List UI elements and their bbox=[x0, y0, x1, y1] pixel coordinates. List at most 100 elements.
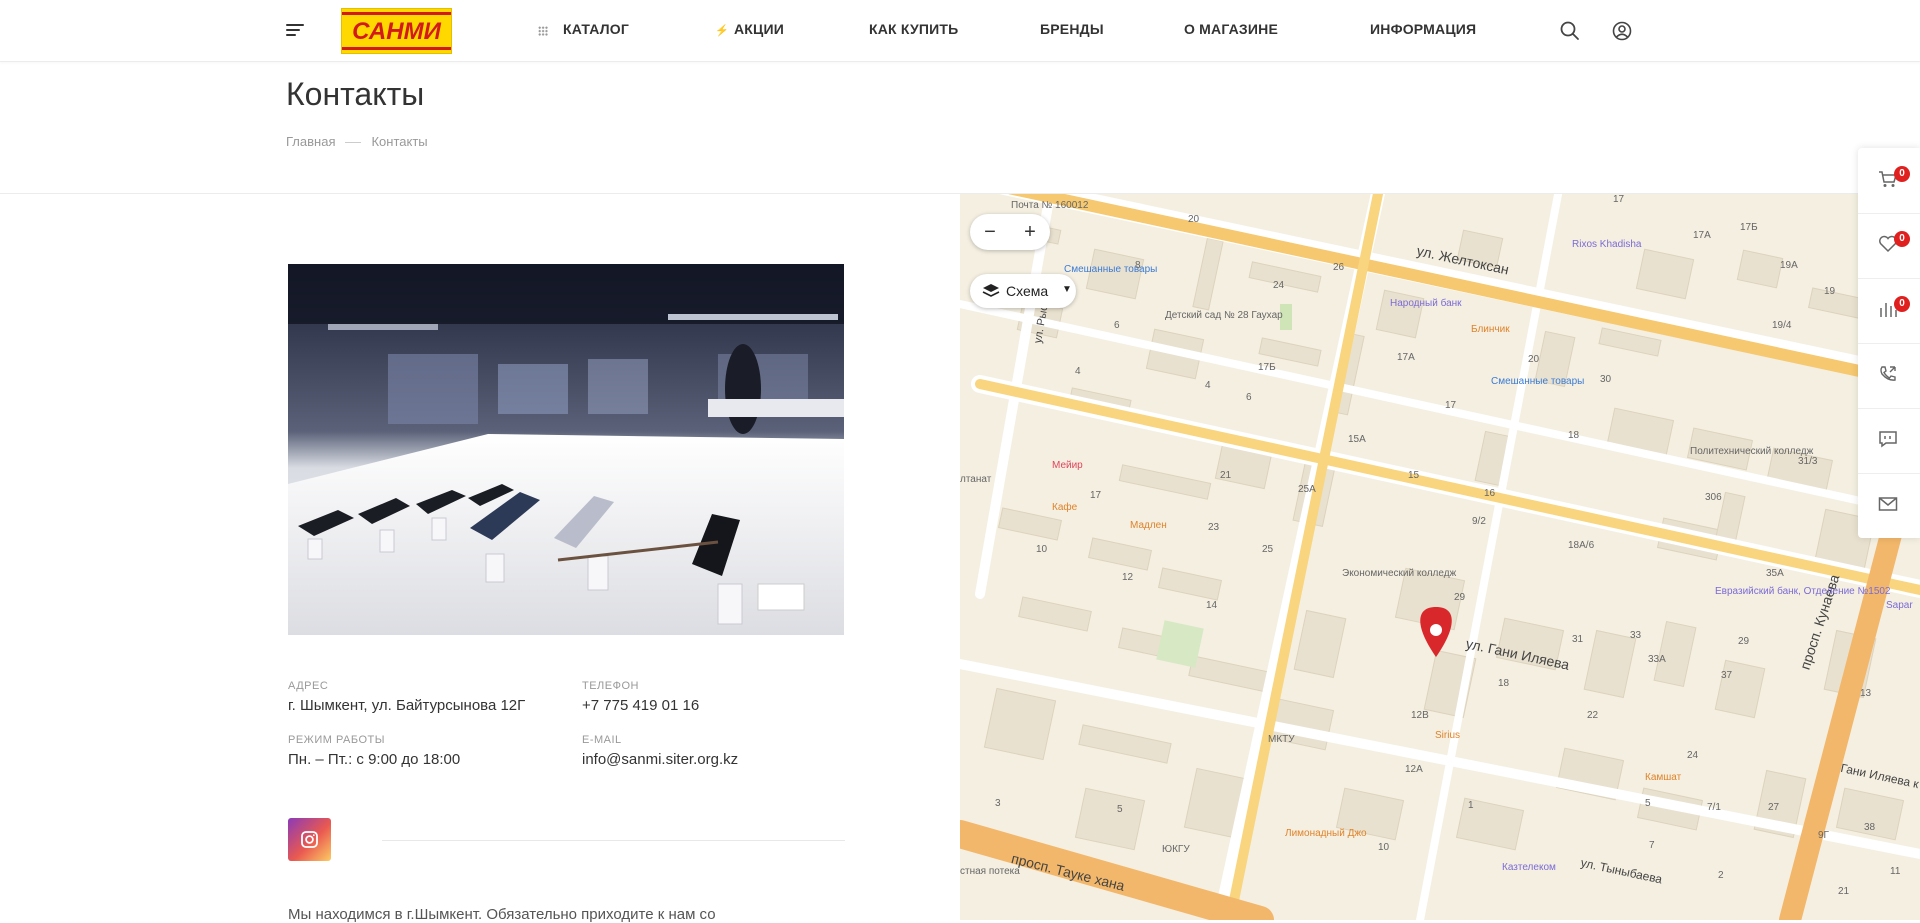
house-number: 16 bbox=[1484, 488, 1496, 499]
poi-label[interactable]: Sapar bbox=[1886, 600, 1913, 611]
house-number: 25А bbox=[1298, 484, 1316, 495]
house-number: 24 bbox=[1687, 750, 1699, 761]
email-button[interactable] bbox=[1858, 473, 1920, 538]
poi-label[interactable]: Евразийский банк, Отделение №1502 bbox=[1715, 586, 1891, 597]
poi-label[interactable]: Народный банк bbox=[1390, 298, 1462, 309]
poi-label[interactable]: Мадлен bbox=[1130, 520, 1167, 531]
breadcrumb-separator bbox=[345, 142, 362, 144]
house-number: 5 bbox=[1117, 804, 1123, 815]
breadcrumb-current: Контакты bbox=[371, 134, 428, 149]
poi-label[interactable]: Политехнический колледж bbox=[1690, 446, 1813, 457]
house-number: 15А bbox=[1348, 434, 1366, 445]
nav-about-store[interactable]: О МАГАЗИНЕ bbox=[1184, 21, 1278, 37]
zoom-out-button[interactable]: − bbox=[970, 214, 1010, 250]
house-number: 20 bbox=[1188, 214, 1200, 225]
location-pin-icon[interactable] bbox=[1420, 607, 1452, 657]
house-number: 9Г bbox=[1818, 830, 1829, 841]
house-number: 23 bbox=[1208, 522, 1220, 533]
nav-catalog[interactable]: КАТАЛОГ bbox=[563, 21, 629, 37]
nav-how-to-buy[interactable]: КАК КУПИТЬ bbox=[869, 21, 958, 37]
cart-button[interactable]: 0 bbox=[1858, 148, 1920, 214]
poi-label[interactable]: Смешанные товары bbox=[1491, 376, 1584, 387]
house-number: 4 bbox=[1075, 366, 1081, 377]
poi-label[interactable]: Rixos Khadisha bbox=[1572, 239, 1641, 250]
house-number: 29 bbox=[1738, 636, 1750, 647]
logo-stripe bbox=[342, 47, 451, 50]
house-number: 18А/6 bbox=[1568, 540, 1595, 551]
poi-label[interactable]: Sirius bbox=[1435, 730, 1460, 741]
poi-label[interactable]: Кафе bbox=[1052, 502, 1077, 513]
house-number: 17 bbox=[1613, 194, 1625, 205]
about-text: Мы находимся в г.Шымкент. Обязательно пр… bbox=[288, 906, 716, 923]
house-number: 12 bbox=[1122, 572, 1134, 583]
favorites-button[interactable]: 0 bbox=[1858, 213, 1920, 279]
house-number: 15 bbox=[1408, 470, 1420, 481]
house-number: 7/1 bbox=[1707, 802, 1721, 813]
site-logo[interactable]: САНМИ bbox=[341, 8, 452, 54]
house-number: 9/2 bbox=[1472, 516, 1486, 527]
house-number: 17Б bbox=[1740, 222, 1758, 233]
house-number: 19/4 bbox=[1772, 320, 1792, 331]
poi-label[interactable]: МКТУ bbox=[1268, 734, 1295, 745]
chevron-down-icon: ▼ bbox=[1062, 284, 1072, 295]
poi-label: Почта № 160012 bbox=[1011, 200, 1089, 211]
poi-label[interactable]: Экономический колледж bbox=[1342, 568, 1456, 579]
house-number: 33 bbox=[1630, 630, 1642, 641]
house-number: 19 bbox=[1824, 286, 1836, 297]
house-number: 29 bbox=[1454, 592, 1466, 603]
poi-label: лтанат bbox=[960, 474, 992, 485]
house-number: 3 bbox=[995, 798, 1001, 809]
logo-text: САНМИ bbox=[352, 18, 441, 45]
mail-icon bbox=[1878, 497, 1898, 511]
grid-icon bbox=[538, 26, 548, 36]
favorites-count-badge: 0 bbox=[1894, 231, 1910, 247]
map-layer-switcher[interactable]: Схема ▼ bbox=[970, 274, 1076, 308]
floating-action-panel: 0 0 0 bbox=[1858, 148, 1920, 538]
compare-button[interactable]: 0 bbox=[1858, 278, 1920, 344]
search-icon[interactable] bbox=[1559, 20, 1581, 42]
breadcrumb-home[interactable]: Главная bbox=[286, 134, 335, 149]
instagram-button[interactable] bbox=[288, 818, 331, 861]
poi-label[interactable]: Лимонадный Джо bbox=[1285, 828, 1367, 839]
site-header: САНМИ КАТАЛОГ ⚡ АКЦИИ КАК КУПИТЬ БРЕНДЫ … bbox=[0, 0, 1920, 62]
page-title: Контакты bbox=[286, 76, 425, 112]
email-value[interactable]: info@sanmi.siter.org.kz bbox=[582, 751, 738, 768]
poi-label[interactable]: Мейир bbox=[1052, 460, 1083, 471]
nav-brands[interactable]: БРЕНДЫ bbox=[1040, 21, 1104, 37]
house-number: 306 bbox=[1705, 492, 1722, 503]
house-number: 31 bbox=[1572, 634, 1584, 645]
house-number: 5 bbox=[1645, 798, 1651, 809]
house-number: 19А bbox=[1780, 260, 1798, 271]
poi-label[interactable]: Камшат bbox=[1645, 772, 1681, 783]
social-divider bbox=[382, 840, 845, 841]
house-number: 14 bbox=[1206, 600, 1218, 611]
house-number: 18 bbox=[1498, 678, 1510, 689]
nav-promotions[interactable]: АКЦИИ bbox=[734, 21, 784, 37]
house-number: 17 bbox=[1445, 400, 1457, 411]
poi-label[interactable]: ЮКГУ bbox=[1162, 844, 1190, 855]
house-number: 12А bbox=[1405, 764, 1423, 775]
user-icon[interactable] bbox=[1611, 20, 1633, 42]
house-number: 18 bbox=[1568, 430, 1580, 441]
house-number: 17А bbox=[1397, 352, 1415, 363]
phone-value[interactable]: +7 775 419 01 16 bbox=[582, 697, 699, 714]
feedback-button[interactable] bbox=[1858, 408, 1920, 474]
callback-button[interactable] bbox=[1858, 343, 1920, 409]
phone-label: ТЕЛЕФОН bbox=[582, 680, 639, 692]
breadcrumb: Главная Контакты bbox=[286, 134, 428, 149]
poi-label[interactable]: Смешанные товары bbox=[1064, 264, 1157, 275]
house-number: 38 bbox=[1864, 822, 1876, 833]
zoom-in-button[interactable]: + bbox=[1010, 214, 1050, 250]
address-label: АДРЕС bbox=[288, 680, 329, 692]
house-number: 17Б bbox=[1258, 362, 1276, 373]
map[interactable]: ул. Желтоксан ул. Гани Иляева просп. Кун… bbox=[960, 194, 1920, 920]
poi-label[interactable]: Блинчик bbox=[1471, 324, 1510, 335]
nav-information[interactable]: ИНФОРМАЦИЯ bbox=[1370, 21, 1476, 37]
layers-icon bbox=[982, 284, 1000, 297]
compare-count-badge: 0 bbox=[1894, 296, 1910, 312]
poi-label[interactable]: Детский сад № 28 Гаухар bbox=[1165, 310, 1283, 321]
poi-label[interactable]: Казтелеком bbox=[1502, 862, 1556, 873]
house-number: 21 bbox=[1220, 470, 1232, 481]
house-number: 1 bbox=[1468, 800, 1474, 811]
menu-icon[interactable] bbox=[286, 24, 304, 38]
